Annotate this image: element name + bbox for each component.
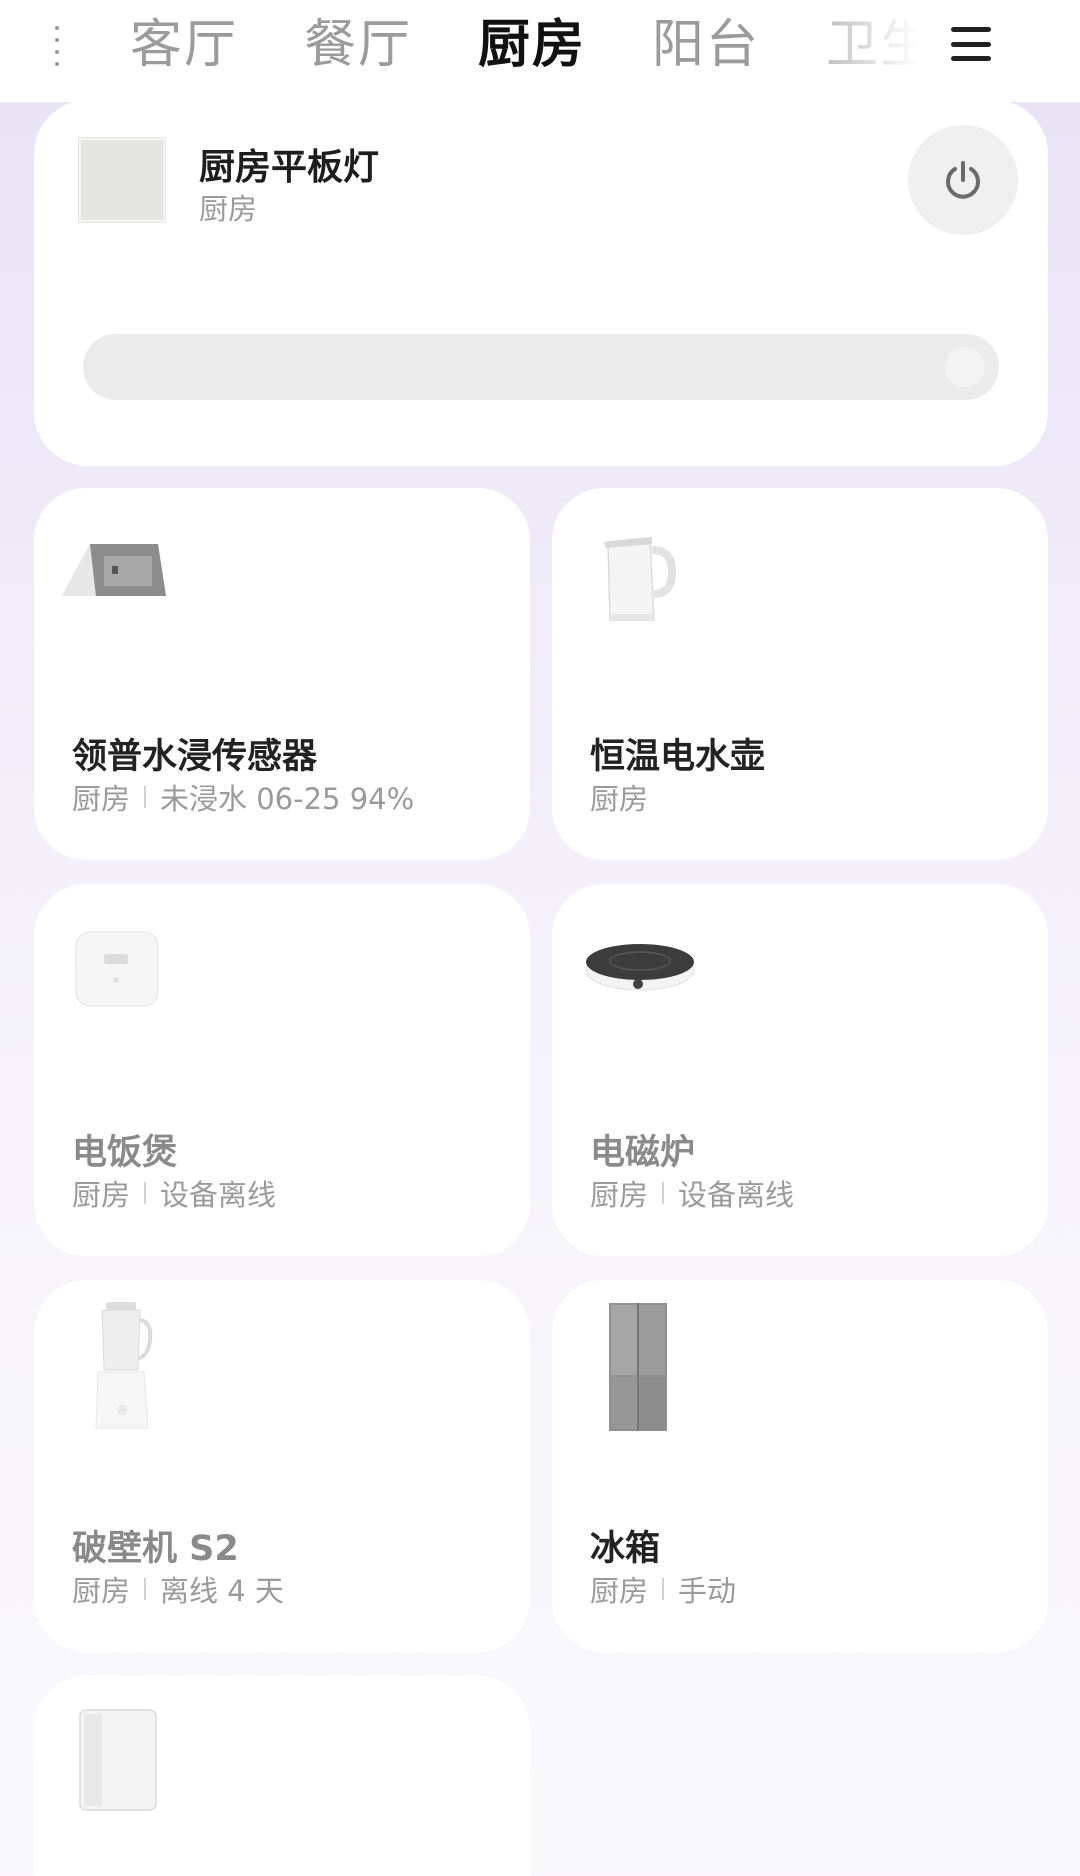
separator — [144, 1578, 147, 1600]
device-room: 厨房 — [590, 782, 649, 816]
device-name: 破壁机 S2 — [72, 1529, 239, 1569]
device-status-line: 厨房 设备离线 — [590, 1172, 794, 1214]
device-room: 厨房 — [590, 1574, 649, 1608]
water-sensor-icon — [62, 544, 166, 596]
device-room: 厨房 — [72, 1178, 131, 1212]
device-room: 厨房 — [72, 782, 131, 816]
kettle-icon — [604, 537, 677, 621]
device-status-line: 厨房 — [590, 776, 648, 818]
blender-icon — [95, 1302, 153, 1429]
power-button[interactable] — [908, 125, 1018, 235]
brightness-slider[interactable] — [83, 334, 999, 400]
fridge-icon — [609, 1303, 667, 1431]
tab-living-room[interactable]: 客厅 — [130, 0, 238, 90]
separator — [144, 1182, 147, 1204]
device-card-rice-cooker[interactable]: 电饭煲 厨房 设备离线 — [34, 884, 530, 1256]
device-card-water-sensor[interactable]: 领普水浸传感器 厨房 未浸水 06-25 94% — [34, 488, 530, 860]
device-room: 厨房 — [199, 192, 258, 226]
device-room: 厨房 — [590, 1178, 649, 1212]
panel-light-image — [79, 138, 165, 222]
device-card-induction-cooker[interactable]: 电磁炉 厨房 设备离线 — [552, 884, 1048, 1256]
menu-icon[interactable] — [951, 27, 991, 61]
device-status-line: 厨房 未浸水 06-25 94% — [72, 776, 414, 818]
device-name: 恒温电水壶 — [590, 737, 766, 777]
room-tabs: 客厅 餐厅 厨房 阳台 卫生间 — [130, 0, 920, 90]
separator — [662, 1578, 665, 1600]
separator — [662, 1182, 665, 1204]
device-card-blender[interactable]: 破壁机 S2 厨房 离线 4 天 — [34, 1280, 530, 1652]
panel-light-card[interactable]: 厨房平板灯 厨房 — [34, 100, 1048, 466]
device-card-kettle[interactable]: 恒温电水壶 厨房 — [552, 488, 1048, 860]
power-icon — [946, 161, 980, 199]
device-status: 未浸水 06-25 94% — [160, 782, 415, 816]
device-name: 领普水浸传感器 — [72, 737, 318, 777]
tab-dining-room[interactable]: 餐厅 — [304, 0, 412, 90]
slider-handle[interactable] — [945, 347, 985, 387]
device-name: 电饭煲 — [72, 1133, 178, 1173]
tab-bathroom[interactable]: 卫生间 — [826, 0, 920, 90]
tab-kitchen[interactable]: 厨房 — [478, 0, 586, 90]
device-card-fridge[interactable]: 冰箱 厨房 手动 — [552, 1280, 1048, 1652]
device-status: 设备离线 — [678, 1178, 795, 1212]
device-status: 设备离线 — [160, 1178, 277, 1212]
device-name: 厨房平板灯 — [199, 147, 380, 188]
water-purifier-icon — [79, 1709, 157, 1811]
induction-cooker-icon — [585, 944, 695, 991]
rice-cooker-icon — [75, 931, 159, 1007]
device-status: 手动 — [678, 1574, 737, 1608]
device-status: 离线 4 天 — [160, 1574, 284, 1608]
device-name: 电磁炉 — [590, 1133, 696, 1173]
device-card-water-purifier[interactable] — [34, 1676, 530, 1876]
drag-handle-icon[interactable] — [55, 26, 59, 66]
device-name: 冰箱 — [590, 1529, 661, 1569]
separator — [144, 786, 147, 808]
device-status-line: 厨房 离线 4 天 — [72, 1568, 284, 1610]
room-tab-bar: 客厅 餐厅 厨房 阳台 卫生间 — [0, 0, 1080, 102]
tab-balcony[interactable]: 阳台 — [652, 0, 760, 90]
device-room: 厨房 — [72, 1574, 131, 1608]
device-status-line: 厨房 设备离线 — [72, 1172, 276, 1214]
device-status-line: 厨房 手动 — [590, 1568, 736, 1610]
